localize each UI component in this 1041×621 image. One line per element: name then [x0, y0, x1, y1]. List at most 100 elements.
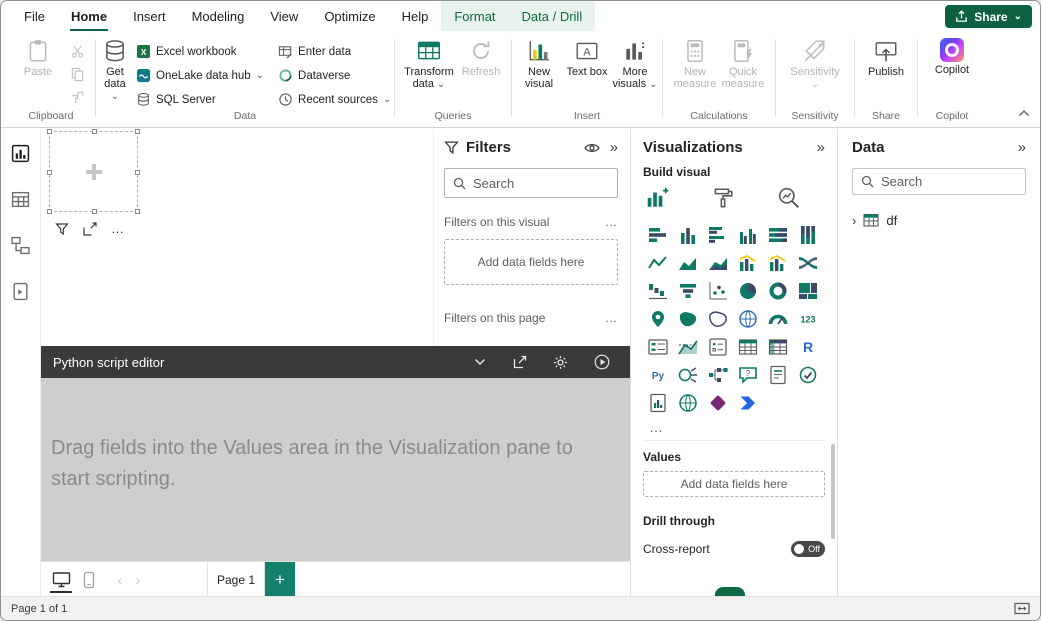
copy-button[interactable] — [66, 64, 88, 84]
visual-key-influencers[interactable] — [673, 361, 703, 389]
script-options-gear-icon[interactable] — [553, 355, 568, 370]
more-visual-types-button[interactable]: … — [649, 419, 825, 435]
visual-funnel-chart[interactable] — [673, 277, 703, 305]
build-visual-tab[interactable] — [645, 186, 669, 210]
values-add-fields-dropzone[interactable]: Add data fields here — [643, 471, 825, 497]
filters-page-more-icon[interactable]: … — [605, 311, 618, 325]
visual-more-options-button[interactable]: … — [111, 221, 125, 236]
visual-power-automate[interactable] — [733, 389, 763, 417]
fit-to-page-icon[interactable] — [1014, 602, 1030, 615]
visual-pie-chart[interactable] — [733, 277, 763, 305]
mobile-layout-button[interactable] — [75, 562, 103, 598]
visual-matrix[interactable] — [763, 333, 793, 361]
resize-handle[interactable] — [135, 209, 140, 214]
dataverse-button[interactable]: Dataverse — [278, 65, 397, 86]
run-script-icon[interactable] — [594, 354, 610, 370]
format-painter-button[interactable] — [66, 87, 88, 107]
visual-donut-chart[interactable] — [763, 277, 793, 305]
model-view-button[interactable] — [9, 233, 33, 257]
visual-line-and-clustered-column-chart[interactable] — [763, 249, 793, 277]
report-view-button[interactable] — [9, 141, 33, 165]
sensitivity-button[interactable]: Sensitivity ⌄ — [787, 36, 843, 91]
visual-map[interactable] — [643, 305, 673, 333]
menu-tab-optimize[interactable]: Optimize — [311, 1, 388, 31]
onelake-data-hub-button[interactable]: OneLake data hub ⌄ — [136, 65, 270, 86]
resize-handle[interactable] — [47, 129, 52, 134]
paste-button[interactable]: Paste — [14, 36, 62, 78]
visual-filter-icon[interactable] — [55, 222, 69, 236]
visual-stacked-bar-chart[interactable] — [643, 221, 673, 249]
visual-stacked-column-chart[interactable] — [673, 221, 703, 249]
visual-card[interactable]: 123 — [793, 305, 823, 333]
visual-paginated-report[interactable] — [643, 389, 673, 417]
collapse-ribbon-button[interactable] — [1018, 104, 1030, 122]
visual-scatter-chart[interactable] — [703, 277, 733, 305]
collapse-visualizations-pane-icon[interactable]: » — [817, 140, 825, 155]
collapse-data-pane-icon[interactable]: » — [1018, 140, 1026, 155]
text-box-button[interactable]: A Text box — [563, 36, 611, 78]
visual-filled-map[interactable] — [673, 305, 703, 333]
visual-ribbon-chart[interactable] — [793, 249, 823, 277]
visual-placeholder[interactable] — [49, 131, 138, 212]
table-view-button[interactable] — [9, 187, 33, 211]
excel-workbook-button[interactable]: X Excel workbook — [136, 41, 270, 62]
menu-tab-insert[interactable]: Insert — [120, 1, 179, 31]
dax-query-view-button[interactable] — [9, 279, 33, 303]
resize-handle[interactable] — [92, 209, 97, 214]
data-search-input[interactable] — [881, 174, 1017, 189]
menu-tab-data-drill[interactable]: Data / Drill — [509, 1, 596, 31]
visual-metrics[interactable] — [793, 361, 823, 389]
visual-smart-narrative[interactable] — [763, 361, 793, 389]
expand-table-chevron-icon[interactable]: › — [852, 213, 856, 228]
desktop-layout-button[interactable] — [47, 562, 75, 598]
table-field-row-df[interactable]: › df — [852, 212, 1026, 228]
resize-handle[interactable] — [135, 129, 140, 134]
visual-arcgis-map[interactable] — [673, 389, 703, 417]
new-measure-button[interactable]: New measure — [671, 36, 719, 90]
refresh-button[interactable]: Refresh — [457, 36, 505, 78]
share-button[interactable]: Share ⌄ — [945, 5, 1032, 28]
get-data-button[interactable]: Get data ⌄ — [102, 36, 128, 103]
visual-area-chart[interactable] — [673, 249, 703, 277]
filters-add-fields-dropzone[interactable]: Add data fields here — [444, 239, 618, 285]
visual-stacked-area-chart[interactable] — [703, 249, 733, 277]
keep-all-filters-toggle[interactable] — [715, 587, 745, 596]
resize-handle[interactable] — [92, 129, 97, 134]
analytics-tab[interactable] — [777, 186, 801, 210]
more-visuals-button[interactable]: More visuals ⌄ — [611, 36, 659, 91]
visual-100-stacked-bar-chart[interactable] — [763, 221, 793, 249]
resize-handle[interactable] — [47, 209, 52, 214]
filters-visual-more-icon[interactable]: … — [605, 215, 618, 229]
visual-gauge[interactable] — [763, 305, 793, 333]
transform-data-button[interactable]: Transform data ⌄ — [401, 36, 457, 91]
visual-slicer[interactable] — [703, 333, 733, 361]
visual-decomposition-tree[interactable] — [703, 361, 733, 389]
visual-q-and-a[interactable]: ? — [733, 361, 763, 389]
visual-line-chart[interactable] — [643, 249, 673, 277]
visual-python-visual[interactable]: Py — [643, 361, 673, 389]
focus-mode-icon[interactable] — [83, 222, 97, 236]
previous-page-button[interactable]: ‹ — [111, 562, 129, 598]
menu-tab-modeling[interactable]: Modeling — [179, 1, 258, 31]
enter-data-button[interactable]: Enter data — [278, 41, 397, 62]
visual-treemap[interactable] — [793, 277, 823, 305]
resize-handle[interactable] — [135, 170, 140, 175]
recent-sources-button[interactable]: Recent sources ⌄ — [278, 89, 397, 110]
new-visual-button[interactable]: New visual — [515, 36, 563, 90]
visual-power-apps[interactable] — [703, 389, 733, 417]
collapse-editor-icon[interactable] — [473, 355, 487, 369]
menu-tab-file[interactable]: File — [11, 1, 58, 31]
visual-r-script-visual[interactable]: R — [793, 333, 823, 361]
visual-table[interactable] — [733, 333, 763, 361]
menu-tab-home[interactable]: Home — [58, 1, 120, 31]
next-page-button[interactable]: › — [129, 562, 147, 598]
filters-search-input[interactable] — [473, 176, 609, 191]
visualizations-scrollbar[interactable] — [831, 444, 835, 539]
visual-100-stacked-column-chart[interactable] — [793, 221, 823, 249]
eye-icon[interactable] — [584, 142, 600, 154]
visual-clustered-bar-chart[interactable] — [703, 221, 733, 249]
collapse-filters-pane-icon[interactable]: » — [610, 140, 618, 155]
visual-clustered-column-chart[interactable] — [733, 221, 763, 249]
quick-measure-button[interactable]: Quick measure — [719, 36, 767, 90]
resize-handle[interactable] — [47, 170, 52, 175]
